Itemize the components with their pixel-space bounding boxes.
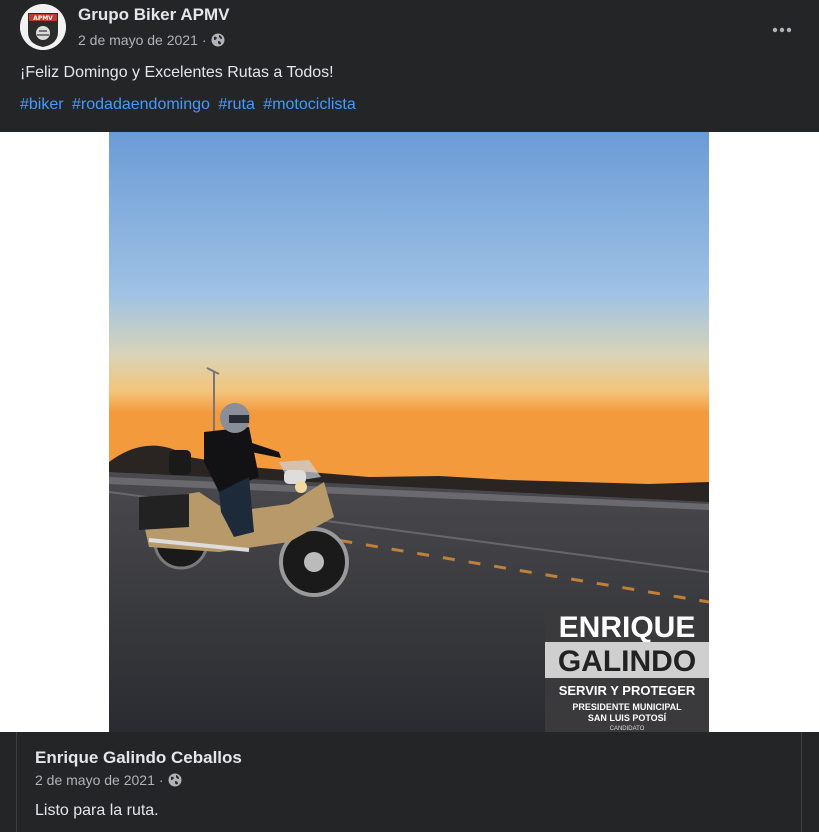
page-name[interactable]: Grupo Biker APMV <box>78 5 229 25</box>
hashtag-link[interactable]: #ruta <box>218 96 254 113</box>
avatar-logo-text: APMV <box>33 15 53 22</box>
overlay-slogan: SERVIR Y PROTEGER <box>559 683 696 698</box>
post-header: APMV Grupo Biker APMV 2 de mayo de 2021 … <box>20 4 800 50</box>
shared-meta-separator: · <box>158 772 164 788</box>
meta-separator: · <box>201 32 207 48</box>
overlay-name-line1: ENRIQUE <box>559 611 696 644</box>
shared-meta: 2 de mayo de 2021 · <box>35 772 182 788</box>
globe-icon <box>168 773 182 787</box>
hashtag-link[interactable]: #rodadaendomingo <box>72 96 210 113</box>
post-photo[interactable]: ENRIQUE GALINDO SERVIR Y PROTEGER PRESID… <box>109 132 709 732</box>
overlay-role-1: PRESIDENTE MUNICIPAL <box>572 702 682 712</box>
hashtag-list: #biker #rodadaendomingo #ruta #motocicli… <box>20 96 360 114</box>
campaign-overlay: ENRIQUE GALINDO SERVIR Y PROTEGER PRESID… <box>545 606 709 732</box>
more-options-button[interactable] <box>764 12 800 48</box>
shared-post[interactable]: Enrique Galindo Ceballos 2 de mayo de 20… <box>16 732 802 832</box>
avatar[interactable]: APMV <box>20 4 66 50</box>
post-caption: ¡Feliz Domingo y Excelentes Rutas a Todo… <box>20 64 334 81</box>
hashtag-link[interactable]: #motociclista <box>263 96 355 113</box>
globe-icon <box>211 33 225 47</box>
shared-date[interactable]: 2 de mayo de 2021 <box>35 772 155 788</box>
post-date[interactable]: 2 de mayo de 2021 <box>78 32 198 48</box>
apmv-logo-icon: APMV <box>20 4 66 50</box>
post-card: APMV Grupo Biker APMV 2 de mayo de 2021 … <box>0 0 819 832</box>
post-meta: 2 de mayo de 2021 · <box>78 32 225 48</box>
shared-text: Listo para la ruta. <box>35 802 159 819</box>
motorcycle-photo: ENRIQUE GALINDO SERVIR Y PROTEGER PRESID… <box>109 132 709 732</box>
hashtag-link[interactable]: #biker <box>20 96 64 113</box>
more-dots-icon <box>772 27 792 33</box>
media-frame: ENRIQUE GALINDO SERVIR Y PROTEGER PRESID… <box>0 132 819 732</box>
overlay-role-2: SAN LUIS POTOSÍ <box>588 713 667 723</box>
shared-author[interactable]: Enrique Galindo Ceballos <box>35 748 242 768</box>
overlay-name-line2: GALINDO <box>558 645 696 678</box>
